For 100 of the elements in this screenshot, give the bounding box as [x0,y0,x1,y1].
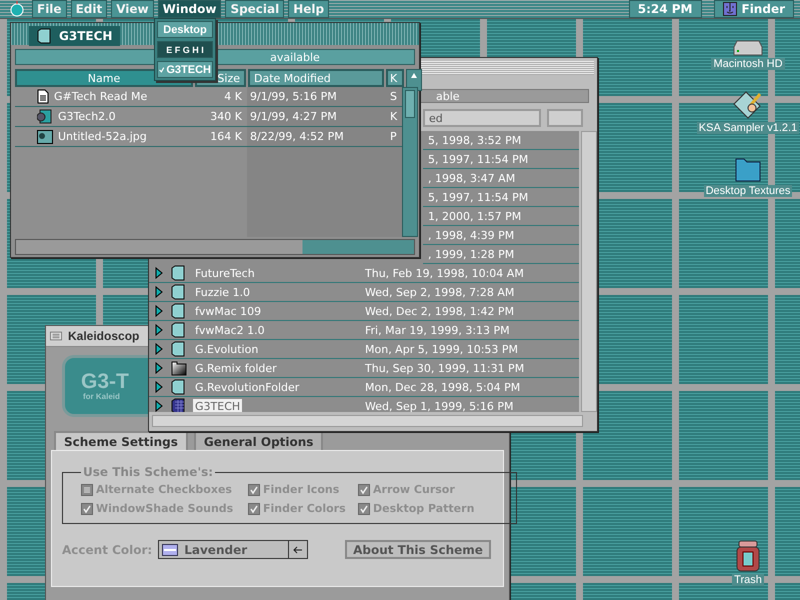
checkbox-label: Arrow Cursor [373,483,455,496]
folder-icon [171,379,187,395]
folder-date: , 1998, 4:39 PM [427,228,516,242]
disclosure-triangle-icon[interactable] [155,381,163,393]
folder-row[interactable]: Fuzzie 1.0 Wed, Sep 2, 1998, 7:28 AM [149,283,579,302]
folder-row[interactable]: G.Evolution Mon, Apr 5, 1999, 10:53 PM [149,340,579,359]
folder-date: Mon, Apr 5, 1999, 10:53 PM [365,342,518,356]
menu-item[interactable]: Window [158,0,222,18]
column-header[interactable]: K [386,69,404,87]
folder-row[interactable]: 5, 1997, 11:54 PM [423,188,579,207]
folder-row[interactable]: fvwMac 109 Wed, Dec 2, 1998, 1:42 PM [149,302,579,321]
folder-name: G.Remix folder [194,360,278,376]
menu-item[interactable]: File [32,0,67,18]
file-name: G#Tech Read Me [54,90,148,103]
check-mark-icon [159,64,164,74]
folder-row[interactable]: , 1998, 4:39 PM [423,226,579,245]
folder-icon [171,284,187,300]
file-row[interactable]: Untitled-52a.jpg 164 K 8/22/99, 4:52 PM P [15,127,402,147]
checkbox-label: Desktop Pattern [373,502,474,515]
file-kind: P [389,130,398,143]
horizontal-scrollbar[interactable] [152,415,583,427]
file-row[interactable]: G#Tech Read Me 4 K 9/1/99, 5:16 PM S [15,87,402,107]
folder-row[interactable]: G.Remix folder Thu, Sep 30, 1999, 11:31 PM [149,359,579,378]
disclosure-triangle-icon[interactable] [155,286,163,298]
file-date: 9/1/99, 5:16 PM [249,90,338,103]
folder-date: Wed, Sep 1, 1999, 5:16 PM [365,400,514,412]
file-row[interactable]: G3Tech2.0 340 K 9/1/99, 4:27 PM K [15,107,402,127]
file-size: 164 K [209,130,243,143]
folder-row[interactable]: 5, 1997, 11:54 PM [423,150,579,169]
vertical-scrollbar[interactable] [402,87,418,237]
folder-row[interactable]: 5, 1998, 3:52 PM [423,131,579,150]
file-kind: S [389,90,398,103]
folder-date: , 1998, 3:47 AM [427,170,516,186]
menu-item[interactable]: G3TECH [157,61,213,78]
folder-row[interactable]: , 1999, 1:28 PM [423,245,579,264]
folder-row[interactable]: , 1998, 3:47 AM [423,169,579,188]
about-scheme-button[interactable]: About This Scheme [345,540,491,559]
menu-item[interactable]: View [111,0,154,18]
menu-item[interactable]: Special [225,0,284,18]
logo-text: G3-T [81,371,129,392]
window-title-tab[interactable]: G3TECH [29,26,120,46]
window-title: G3TECH [59,29,112,43]
folder-name: G.RevolutionFolder [194,380,300,394]
desktop-icon-label[interactable]: Desktop Textures [704,185,792,197]
menu-item[interactable]: Desktop [157,21,213,38]
folder-row[interactable]: FutureTech Thu, Feb 19, 1998, 10:04 AM [149,264,579,283]
file-name: G3Tech2.0 [58,110,116,123]
folder-date: , 1999, 1:28 PM [427,246,516,262]
document-pencil-icon [732,90,764,120]
folder-icon [171,341,187,357]
disclosure-triangle-icon[interactable] [155,400,163,412]
folder-date: Wed, Dec 2, 1998, 1:42 PM [365,304,514,318]
desktop-icon-label[interactable]: Macintosh HD [711,58,785,70]
folder-date: Fri, Mar 19, 1999, 3:13 PM [365,324,510,336]
disclosure-triangle-icon[interactable] [155,324,163,336]
folder-row[interactable]: fvwMac2 1.0 Fri, Mar 19, 1999, 3:13 PM [149,321,579,340]
folder-icon [171,265,187,281]
disclosure-triangle-icon[interactable] [155,305,163,317]
folder-name: G3TECH [193,398,242,412]
desktop-icon-label[interactable]: KSA Sampler v1.2.1 [696,122,800,134]
vertical-scrollbar[interactable] [581,131,597,412]
accent-color-label: Accent Color: [62,542,152,556]
folder-date: 5, 1997, 11:54 PM [427,152,530,166]
horizontal-scrollbar[interactable] [15,239,415,255]
folder-date: Wed, Sep 2, 1998, 7:28 AM [365,286,514,298]
menu-item[interactable]: Edit [70,0,108,18]
column-header[interactable]: Date Modified [248,69,384,87]
folder-icon [37,28,53,44]
folder-name: Fuzzie 1.0 [194,284,252,300]
folder-date: 1, 2000, 1:57 PM [427,208,522,224]
file-kind: K [389,110,398,123]
folder-date: Mon, Dec 28, 1998, 5:04 PM [365,380,520,394]
folder-row[interactable]: 1, 2000, 1:57 PM [423,207,579,226]
file-date: 8/22/99, 4:52 PM [249,130,345,143]
image-file-icon [37,130,53,144]
menu-item[interactable]: Help [288,0,330,18]
trash-icon [735,540,761,572]
document-icon [37,89,49,104]
folder-date: 5, 1998, 3:52 PM [427,132,522,148]
disclosure-triangle-icon[interactable] [155,362,163,374]
folder-name: FutureTech [194,266,256,280]
folder-name: fvwMac2 1.0 [194,322,266,338]
window-title: Kaleidoscop [68,329,140,343]
arrow-icon [293,544,304,554]
folder-row[interactable]: G.RevolutionFolder Mon, Dec 28, 1998, 5:04 PM [149,378,579,397]
checkbox-label: Finder Icons [263,483,340,496]
application-menu[interactable]: Finder [714,0,794,18]
group-title: Use This Scheme's: [82,465,214,479]
file-name: Untitled-52a.jpg [58,130,147,143]
desktop-icon-label[interactable]: Trash [732,574,764,586]
menu-clock[interactable]: 5:24 PM [628,0,702,18]
file-size: 340 K [209,110,243,123]
disclosure-triangle-icon[interactable] [155,267,163,279]
disclosure-triangle-icon[interactable] [155,343,163,355]
tab[interactable]: Scheme Settings [54,431,188,450]
file-date: 9/1/99, 4:27 PM [249,110,338,123]
folder-icon [171,303,187,319]
column-header[interactable]: ed [423,109,541,127]
accent-color-popup[interactable]: Lavender [158,540,308,559]
menu-section-header: E F G H I [157,41,213,58]
